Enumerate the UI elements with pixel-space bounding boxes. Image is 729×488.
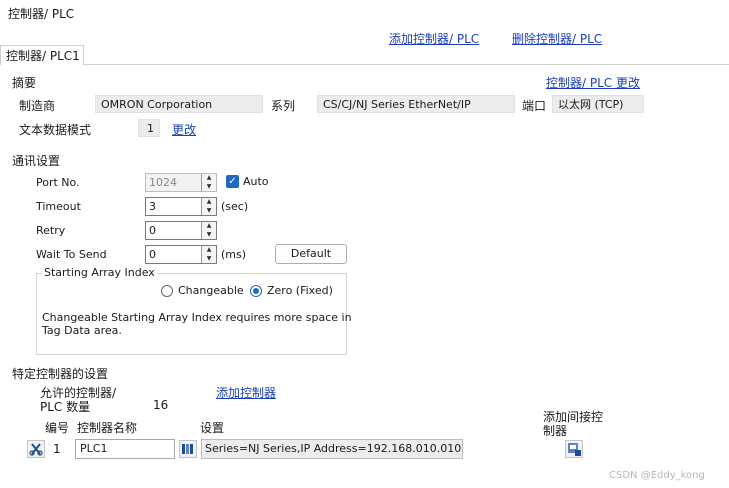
text-mode-value: 1 [138, 119, 160, 137]
retry-value[interactable]: 0 [149, 224, 156, 237]
tools-icon[interactable] [27, 440, 45, 458]
window-title: 控制器/ PLC [8, 7, 75, 21]
radio-zero[interactable] [250, 285, 262, 297]
summary-heading: 摘要 [12, 76, 37, 90]
add-controller-link[interactable]: 添加控制器 [216, 384, 276, 401]
spin-up-icon: ▲ [206, 174, 212, 181]
device-list-icon[interactable] [179, 440, 197, 458]
watermark: CSDN @Eddy_kong [609, 470, 705, 481]
timeout-unit: (sec) [221, 200, 249, 213]
array-index-note-line1: Changeable Starting Array Index requires… [42, 311, 352, 324]
series-value: CS/CJ/NJ Series EtherNet/IP [317, 95, 515, 113]
plc-change-link[interactable]: 控制器/ PLC 更改 [546, 74, 640, 91]
wait-label: Wait To Send [36, 248, 107, 261]
spin-down-icon[interactable]: ▼ [202, 231, 216, 239]
port-no-label: Port No. [36, 176, 80, 189]
array-index-legend: Starting Array Index [42, 266, 157, 279]
comm-heading: 通讯设置 [12, 154, 61, 168]
add-indirect-icon[interactable] [565, 440, 583, 458]
wait-spinner[interactable]: 0 ▲ ▼ [145, 245, 217, 264]
row-no: 1 [53, 442, 61, 456]
tab-divider [84, 64, 729, 65]
spin-up-icon[interactable]: ▲ [202, 246, 216, 254]
radio-changeable[interactable] [161, 285, 173, 297]
series-label: 系列 [271, 99, 296, 113]
col-indirect-header-line2: 制器 [543, 424, 568, 438]
col-settings-header: 设置 [200, 421, 225, 435]
timeout-spinner[interactable]: 3 ▲ ▼ [145, 197, 217, 216]
spin-up-icon[interactable]: ▲ [202, 198, 216, 206]
retry-spinner[interactable]: 0 ▲ ▼ [145, 221, 217, 240]
auto-label: Auto [243, 175, 269, 188]
spin-up-icon[interactable]: ▲ [202, 222, 216, 230]
timeout-label: Timeout [36, 200, 81, 213]
controller-name-input[interactable]: PLC1 [75, 439, 175, 459]
specific-heading: 特定控制器的设置 [12, 367, 109, 381]
manufacturer-value: OMRON Corporation [95, 95, 263, 113]
default-button[interactable]: Default [275, 244, 347, 264]
settings-field[interactable]: Series=NJ Series,IP Address=192.168.010.… [201, 439, 463, 459]
radio-dot-icon [253, 288, 259, 294]
port-no-spinner: 1024 ▲ ▼ [145, 173, 217, 192]
col-name-header: 控制器名称 [77, 421, 138, 435]
tab-plc1[interactable]: 控制器/ PLC1 [0, 45, 84, 65]
spin-down-icon[interactable]: ▼ [202, 255, 216, 263]
delete-plc-link[interactable]: 删除控制器/ PLC [512, 30, 602, 47]
port-label: 端口 [522, 99, 547, 113]
allowed-count: 16 [153, 398, 169, 412]
radio-changeable-label[interactable]: Changeable [178, 284, 244, 297]
allowed-label-line2: PLC 数量 [40, 400, 91, 414]
spin-down-icon[interactable]: ▼ [202, 207, 216, 215]
wait-unit: (ms) [221, 248, 247, 261]
spin-down-icon: ▼ [206, 183, 212, 190]
port-value: 以太网 (TCP) [552, 95, 644, 113]
wait-value[interactable]: 0 [149, 248, 156, 261]
text-mode-label: 文本数据模式 [19, 123, 92, 137]
checkbox-check-icon: ✓ [228, 176, 237, 187]
radio-zero-label[interactable]: Zero (Fixed) [267, 284, 333, 297]
retry-label: Retry [36, 224, 66, 237]
col-no-header: 编号 [45, 421, 70, 435]
add-plc-link[interactable]: 添加控制器/ PLC [389, 30, 479, 47]
manufacturer-label: 制造商 [19, 99, 56, 113]
auto-checkbox[interactable]: ✓ [226, 175, 239, 188]
timeout-value[interactable]: 3 [149, 200, 156, 213]
port-no-value: 1024 [149, 176, 177, 189]
text-mode-change-link[interactable]: 更改 [172, 121, 196, 138]
array-index-note-line2: Tag Data area. [42, 324, 122, 337]
